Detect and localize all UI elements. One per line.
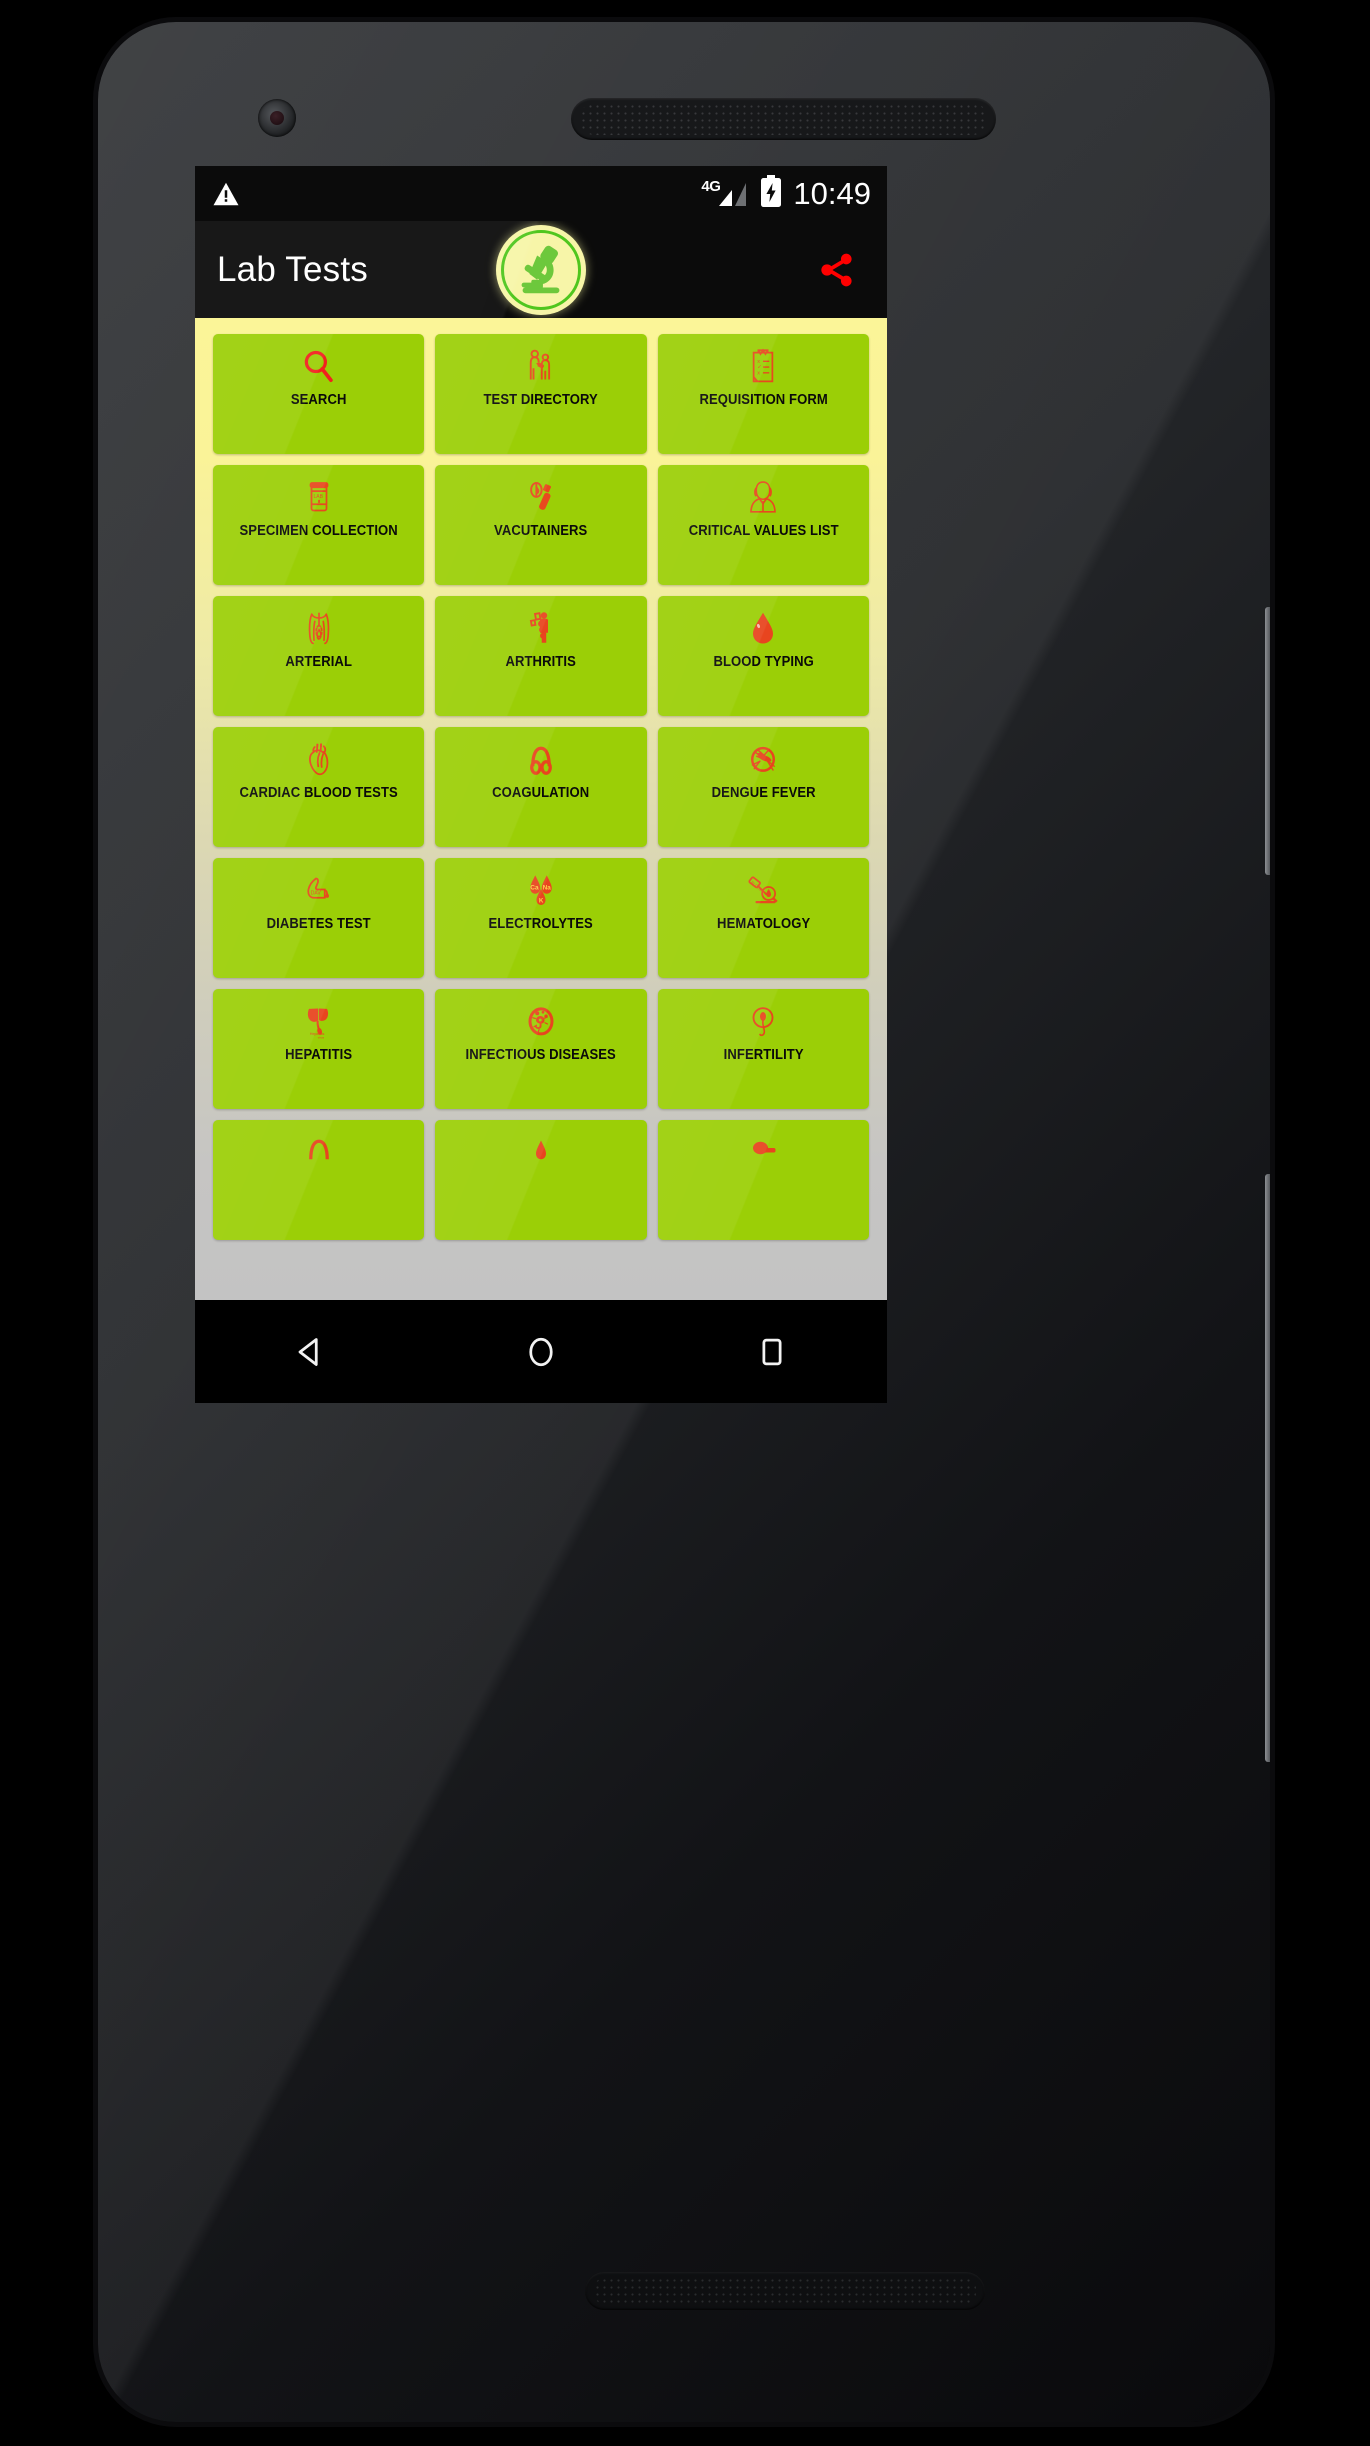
tile-label: ARTERIAL	[285, 654, 353, 670]
two-people-icon	[435, 334, 646, 392]
tile-label: BLOOD TYPING	[713, 654, 814, 670]
svg-text:Na: Na	[543, 885, 552, 892]
tile-infertility[interactable]: INFERTILITY	[657, 989, 869, 1109]
power-button[interactable]	[1265, 607, 1270, 875]
tile-label: HEPATITIS	[285, 1047, 353, 1063]
nurse-icon	[658, 465, 869, 523]
arthritis-person-icon	[435, 596, 646, 654]
tile-electrolytes[interactable]: Ca Na K ELECTROLYTES	[435, 858, 647, 978]
svg-text:x: x	[758, 370, 761, 376]
share-icon[interactable]	[807, 241, 865, 299]
tile-arthritis[interactable]: ARTHRITIS	[435, 596, 647, 716]
app-bar: Lab Tests	[195, 221, 887, 318]
svg-text:DAV: DAV	[310, 890, 321, 896]
tile-label: DIABETES TEST	[266, 916, 371, 932]
heart-anatomy-icon	[213, 727, 424, 785]
android-navigation-bar	[195, 1300, 887, 1403]
tile-diabetes-test[interactable]: DAV DIABETES TEST	[213, 858, 425, 978]
microscope-slide-icon: BLOOD	[658, 858, 869, 916]
tile-label: ELECTROLYTES	[488, 916, 594, 932]
front-camera-icon	[258, 99, 296, 137]
status-clock: 10:49	[793, 176, 871, 211]
svg-text:BLOOD: BLOOD	[750, 880, 764, 893]
tile-partial-2[interactable]	[435, 1120, 647, 1240]
vacutainer-tube-icon	[435, 465, 646, 523]
volume-rocker[interactable]	[1265, 1174, 1270, 1762]
tile-label: INFERTILITY	[723, 1047, 804, 1063]
tile-label	[446, 1178, 636, 1240]
mosquito-icon	[658, 727, 869, 785]
tile-label: ARTHRITIS	[505, 654, 577, 670]
tile-label: DENGUE FEVER	[711, 785, 816, 801]
tile-grid: SEARCH TEST DIRECTORY x ✓ x REQUISITION …	[213, 334, 869, 1240]
earpiece-speaker	[571, 98, 996, 140]
recents-square-icon[interactable]	[732, 1320, 812, 1384]
tile-grid-scroll-area[interactable]: SEARCH TEST DIRECTORY x ✓ x REQUISITION …	[195, 318, 887, 1300]
tile-label: HEMATOLOGY	[716, 916, 810, 932]
tile-label: CRITICAL VALUES LIST	[688, 523, 839, 539]
tile-label: TEST DIRECTORY	[483, 392, 599, 408]
coagulation-icon	[435, 727, 646, 785]
tile-label	[668, 1178, 858, 1240]
blood-drop-icon	[658, 596, 869, 654]
tile-arterial[interactable]: ARTERIAL	[213, 596, 425, 716]
finger-prick-icon: DAV	[213, 858, 424, 916]
germ-circle-icon	[435, 989, 646, 1047]
svg-text:Ca: Ca	[530, 884, 539, 891]
page-title: Lab Tests	[217, 249, 368, 289]
warning-triangle-icon	[211, 179, 241, 209]
sperm-egg-icon	[658, 989, 869, 1047]
tile-critical-values-list[interactable]: CRITICAL VALUES LIST	[657, 465, 869, 585]
specimen-cup-icon: LAB	[213, 465, 424, 523]
tile-label: INFECTIOUS DISEASES	[465, 1047, 617, 1063]
clipboard-checklist-icon: x ✓ x	[658, 334, 869, 392]
tile-requisition-form[interactable]: x ✓ x REQUISITION FORM	[657, 334, 869, 454]
bottom-speaker	[585, 2272, 985, 2310]
tile-specimen-collection[interactable]: LAB SPECIMEN COLLECTION	[213, 465, 425, 585]
tile-label: CARDIAC BLOOD TESTS	[239, 785, 398, 801]
device-screen: 4G 10:49 Lab Tests SEARCH TEST DIRECTORY…	[195, 166, 887, 1403]
tile-label: VACUTAINERS	[494, 523, 588, 539]
tile-infectious-diseases[interactable]: INFECTIOUS DISEASES	[435, 989, 647, 1109]
magnifier-icon	[213, 334, 424, 392]
partial-row-icon-3	[658, 1120, 869, 1178]
tile-hepatitis[interactable]: Hepatitis virus HEPATITIS	[213, 989, 425, 1109]
lungs-arterial-icon	[213, 596, 424, 654]
tile-test-directory[interactable]: TEST DIRECTORY	[435, 334, 647, 454]
partial-row-icon-1	[213, 1120, 424, 1178]
tile-label	[224, 1178, 414, 1240]
tile-vacutainers[interactable]: VACUTAINERS	[435, 465, 647, 585]
svg-text:LAB: LAB	[313, 494, 323, 500]
tile-hematology[interactable]: BLOOD HEMATOLOGY	[657, 858, 869, 978]
tile-label: COAGULATION	[492, 785, 590, 801]
tile-coagulation[interactable]: COAGULATION	[435, 727, 647, 847]
liver-icon: Hepatitis virus	[213, 989, 424, 1047]
screenshot-stage: 4G 10:49 Lab Tests SEARCH TEST DIRECTORY…	[0, 0, 1370, 2446]
phone-frame: 4G 10:49 Lab Tests SEARCH TEST DIRECTORY…	[98, 22, 1270, 2422]
svg-text:virus: virus	[317, 1035, 324, 1039]
partial-row-icon-2	[435, 1120, 646, 1178]
status-bar: 4G 10:49	[195, 166, 887, 221]
tile-label: SPECIMEN COLLECTION	[239, 523, 398, 539]
home-circle-icon[interactable]	[501, 1320, 581, 1384]
svg-text:K: K	[539, 897, 544, 904]
tile-dengue-fever[interactable]: DENGUE FEVER	[657, 727, 869, 847]
tile-partial-3[interactable]	[657, 1120, 869, 1240]
signal-bars-icon: 4G	[701, 178, 749, 209]
back-triangle-icon[interactable]	[270, 1320, 350, 1384]
microscope-logo-icon	[496, 224, 586, 315]
electrolyte-drops-icon: Ca Na K	[435, 858, 646, 916]
battery-charging-icon	[760, 175, 782, 212]
tile-partial-1[interactable]	[213, 1120, 425, 1240]
tile-blood-typing[interactable]: BLOOD TYPING	[657, 596, 869, 716]
tile-label: SEARCH	[290, 392, 347, 408]
tile-search[interactable]: SEARCH	[213, 334, 425, 454]
tile-cardiac-blood-tests[interactable]: CARDIAC BLOOD TESTS	[213, 727, 425, 847]
tile-label: REQUISITION FORM	[699, 392, 828, 408]
